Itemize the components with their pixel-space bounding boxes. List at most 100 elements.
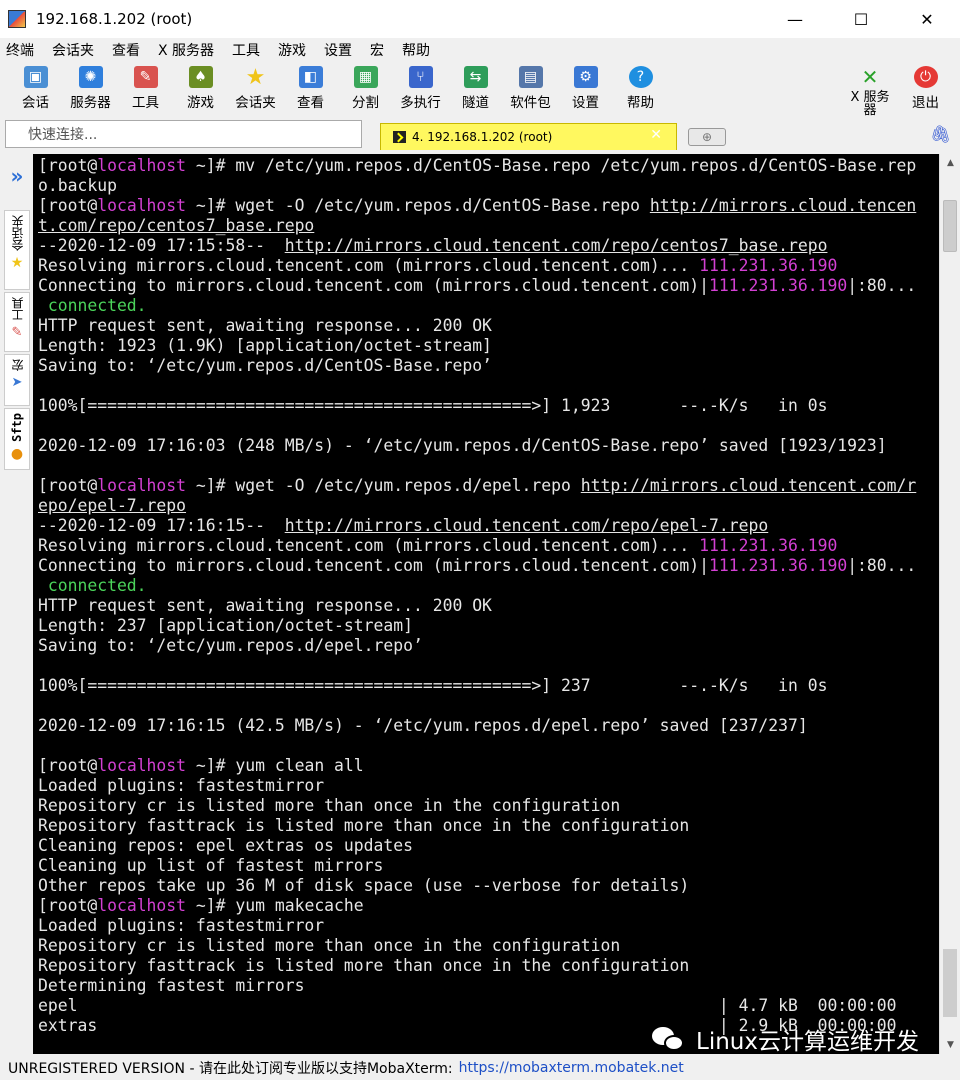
terminal-scrollbar[interactable]: ▲ ▼ [939,154,960,1054]
exit-button[interactable]: ⏻ 退出 [912,62,939,111]
quick-connect-input[interactable]: 快速连接... [5,120,362,148]
terminal-line: Length: 1923 (1.9K) [application/octet-s… [38,336,939,356]
toolbar-star-button[interactable]: ★ 会话夹 [228,62,283,112]
menu-help[interactable]: 帮助 [402,40,430,60]
scroll-up-icon[interactable]: ▲ [940,154,960,172]
toolbar-servers-button[interactable]: ✺ 服务器 [63,62,118,111]
menu-terminal[interactable]: 终端 [6,40,34,60]
sidebar-label-tools: 工具 [10,297,25,321]
terminal-text-segment: o.backup [38,176,117,195]
star-icon: ★ [10,255,24,271]
terminal-text-segment: 2020-12-09 17:16:15 (42.5 MB/s) - ‘/etc/… [38,716,808,735]
menu-view[interactable]: 查看 [112,40,140,60]
star-icon: ★ [245,64,266,90]
terminal-url-segment[interactable]: http://mirrors.cloud.tencent.com/repo/ce… [285,236,828,255]
terminal-output[interactable]: [root@localhost ~]# mv /etc/yum.repos.d/… [33,154,939,1054]
xserver-label: X 服务器 [850,90,890,118]
toolbar-tunnel-button[interactable]: ⇆ 隧道 [448,62,503,111]
scroll-down-icon[interactable]: ▼ [940,1036,960,1054]
menu-tools[interactable]: 工具 [232,40,260,60]
wechat-watermark: Linux云计算运维开发 [652,1022,919,1056]
sidebar-tab-sftp[interactable]: Sftp ● [4,408,30,470]
terminal-text-segment: Determining fastest mirrors [38,976,305,995]
sidebar-label-sessions: 会话夹 [10,215,25,251]
terminal-line: t.com/repo/centos7_base.repo [38,216,939,236]
help-icon: ? [628,66,653,88]
terminal-text-segment: Cleaning up list of fastest mirrors [38,856,384,875]
tab-close-icon[interactable]: ✕ [650,127,662,143]
settings-icon: ⚙ [573,66,598,88]
servers-icon: ✺ [78,66,103,88]
new-tab-button[interactable]: ⊕ [688,128,726,146]
terminal-url-segment[interactable]: http://mirrors.cloud.tencent.com/r [581,476,917,495]
sidebar-label-sftp: Sftp [10,413,24,442]
minimize-button[interactable]: — [762,0,828,38]
terminal-url-segment[interactable]: http://mirrors.cloud.tencent.com/repo/ep… [285,516,769,535]
wechat-logo-icon [652,1025,686,1053]
terminal-text-segment: Repository fasttrack is listed more than… [38,816,690,835]
terminal-line: [root@localhost ~]# mv /etc/yum.repos.d/… [38,156,939,176]
menu-macros[interactable]: 宏 [370,40,384,60]
sidebar-tab-tools[interactable]: 工具 ✎ [4,292,30,352]
toolbar-split-button[interactable]: ▦ 分割 [338,62,393,111]
tunnel-icon: ⇆ [463,66,488,88]
toolbar-help-button[interactable]: ? 帮助 [613,62,668,111]
toolbar-session-button[interactable]: ▣ 会话 [8,62,63,111]
terminal-line: Repository cr is listed more than once i… [38,796,939,816]
terminal-text-segment: |:80... [847,276,917,295]
toolbar-label: 隧道 [462,95,489,111]
menu-xserver[interactable]: X 服务器 [158,40,214,60]
toolbar-tools-button[interactable]: ✎ 工具 [118,62,173,111]
left-sidebar: » 会话夹 ★ 工具 ✎ 宏 ➤ Sftp ● [0,150,33,1054]
terminal-host-segment: localhost [97,896,187,915]
close-window-button[interactable]: ✕ [894,0,960,38]
view-icon: ◧ [298,66,323,88]
terminal-host-segment: localhost [97,476,187,495]
sidebar-tab-sessions[interactable]: 会话夹 ★ [4,210,30,290]
terminal-text-segment: Repository cr is listed more than once i… [38,936,621,955]
sidebar-tab-macros[interactable]: 宏 ➤ [4,354,30,406]
toolbar-multiexec-button[interactable]: ⑂ 多执行 [393,62,448,111]
terminal-host-segment: localhost [97,196,187,215]
terminal-text-segment: Loaded plugins: fastestmirror [38,776,325,795]
terminal-line: epo/epel-7.repo [38,496,939,516]
paperclip-icon[interactable]: 🖇 [930,125,952,145]
sidebar-expand-button[interactable]: » [4,164,30,204]
terminal-text-segment: Loaded plugins: fastestmirror [38,916,325,935]
scroll-thumb[interactable] [943,200,957,252]
terminal-url-segment[interactable]: http://mirrors.cloud.tencen [650,196,916,215]
terminal-line: [root@localhost ~]# yum makecache [38,896,939,916]
terminal-host-segment: localhost [97,156,187,175]
terminal-line: Loaded plugins: fastestmirror [38,916,939,936]
menu-settings[interactable]: 设置 [324,40,352,60]
terminal-text-segment: ~]# yum clean all [186,756,364,775]
status-text: UNREGISTERED VERSION - 请在此处订阅专业版以支持MobaX… [8,1060,453,1077]
terminal-url-segment[interactable]: t.com/repo/centos7_base.repo [38,216,314,235]
toolbar-label: 帮助 [627,95,654,111]
menu-games[interactable]: 游戏 [278,40,306,60]
toolbar-label: 会话夹 [235,95,276,111]
toolbar-view-button[interactable]: ◧ 查看 [283,62,338,111]
toolbar-label: 会话 [22,95,49,111]
terminal-line: Other repos take up 36 M of disk space (… [38,876,939,896]
sftp-icon: ● [10,445,24,462]
toolbar-settings-button[interactable]: ⚙ 设置 [558,62,613,111]
xserver-button[interactable]: ✕ X 服务器 [850,62,890,117]
terminal-line: epel | 4.7 kB 00:00:00 [38,996,939,1016]
terminal-line: Connecting to mirrors.cloud.tencent.com … [38,556,939,576]
toolbar-games-button[interactable]: ♠ 游戏 [173,62,228,111]
toolbar-label: 设置 [572,95,599,111]
menu-sessions[interactable]: 会话夹 [52,40,94,60]
terminal-text-segment: ~]# wget -O /etc/yum.repos.d/CentOS-Base… [186,196,650,215]
maximize-button[interactable]: ☐ [828,0,894,38]
toolbar-packages-button[interactable]: ▤ 软件包 [503,62,558,111]
terminal-text-segment: [root@ [38,896,98,915]
terminal-line: 100%[===================================… [38,396,939,416]
session-tab[interactable]: 4. 192.168.1.202 (root) ✕ [380,123,677,150]
mobaxterm-link[interactable]: https://mobaxterm.mobatek.net [459,1060,684,1076]
terminal-url-segment[interactable]: epo/epel-7.repo [38,496,186,515]
terminal-line: Length: 237 [application/octet-stream] [38,616,939,636]
